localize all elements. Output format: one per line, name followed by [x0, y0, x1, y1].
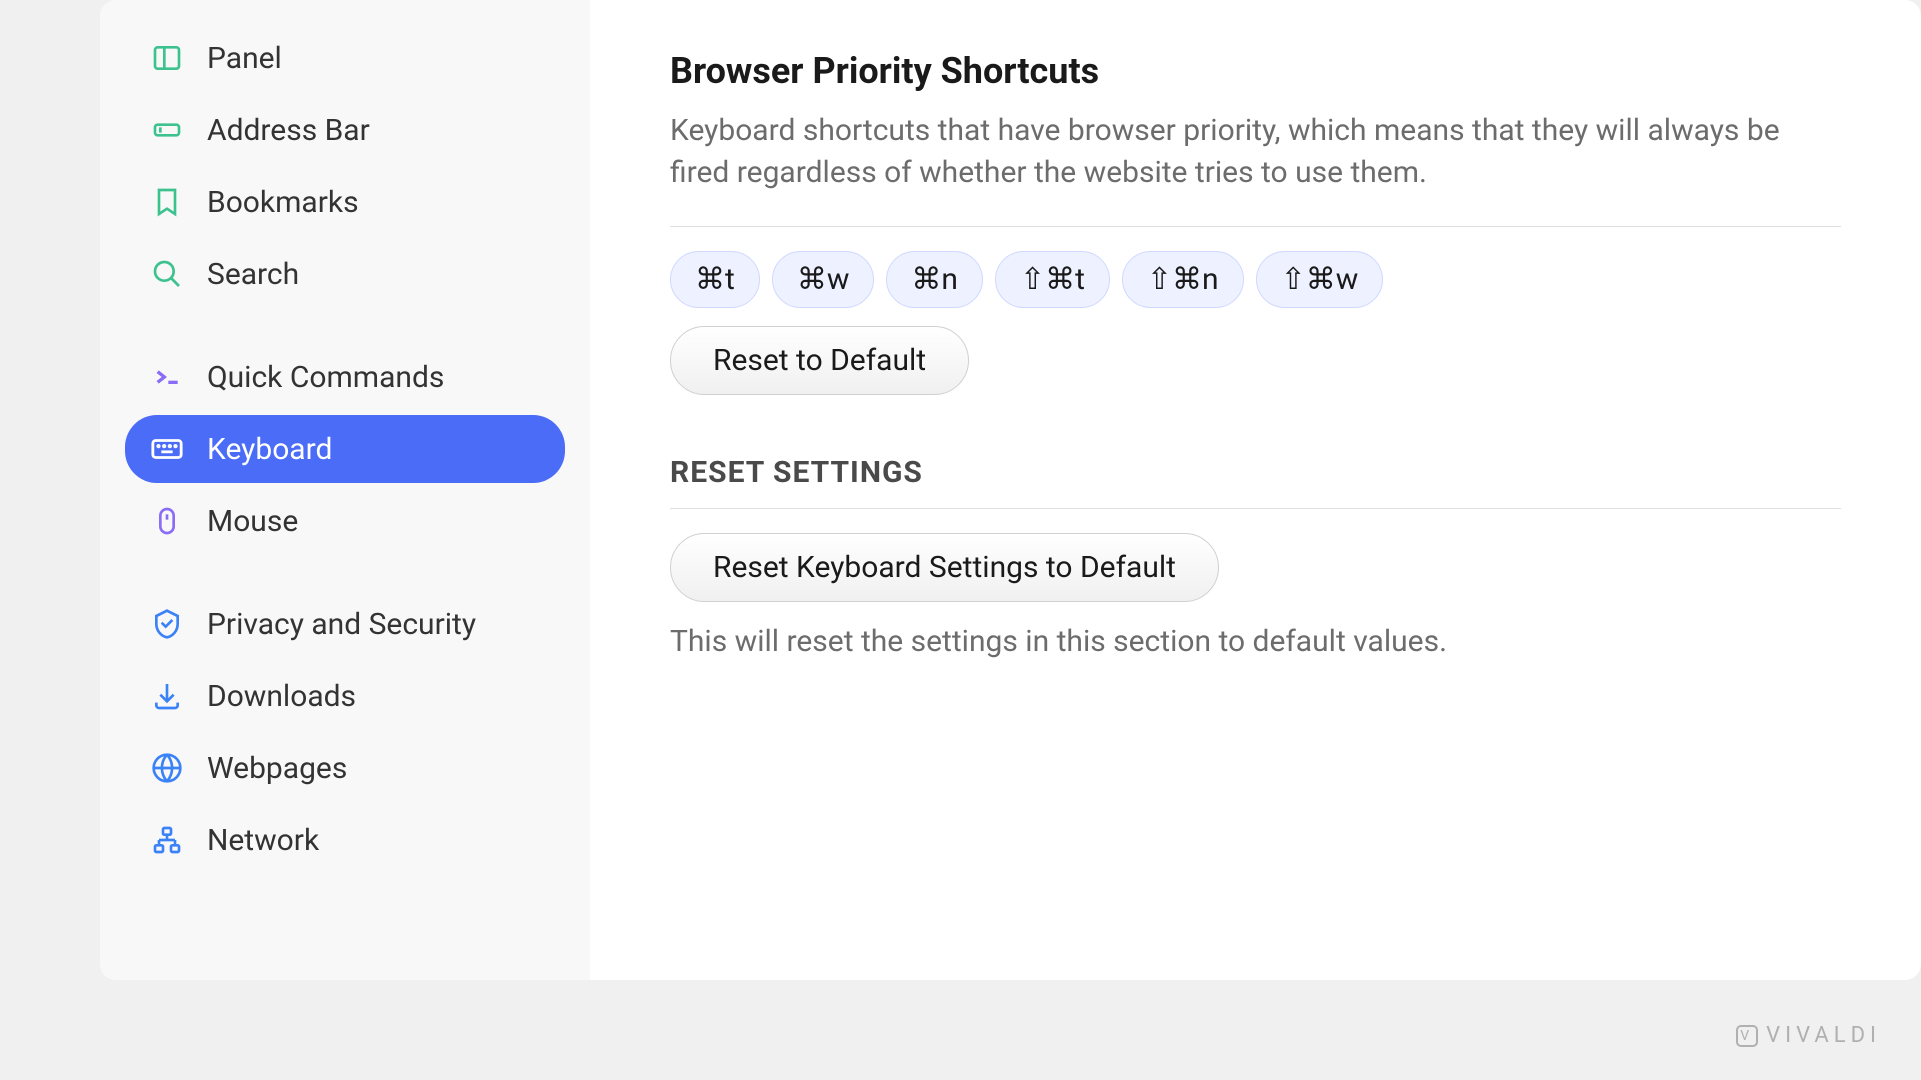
keyboard-icon	[149, 431, 185, 467]
addressbar-icon	[149, 112, 185, 148]
divider	[670, 508, 1841, 509]
sidebar-item-label: Address Bar	[207, 113, 370, 148]
sidebar-item-label: Search	[207, 257, 299, 292]
sidebar-group-input: Quick Commands Keyboard Mouse	[125, 343, 565, 555]
download-icon	[149, 678, 185, 714]
globe-icon	[149, 750, 185, 786]
sidebar-item-label: Keyboard	[207, 432, 332, 467]
sidebar-item-addressbar[interactable]: Address Bar	[125, 96, 565, 164]
sidebar-item-keyboard[interactable]: Keyboard	[125, 415, 565, 483]
sidebar-item-label: Network	[207, 823, 319, 858]
shortcut-pill[interactable]: ⇧⌘n	[1122, 251, 1244, 308]
priority-shortcuts-description: Keyboard shortcuts that have browser pri…	[670, 110, 1841, 194]
search-icon	[149, 256, 185, 292]
sidebar-item-label: Quick Commands	[207, 360, 444, 395]
sidebar-item-quickcommands[interactable]: Quick Commands	[125, 343, 565, 411]
reset-note: This will reset the settings in this sec…	[670, 624, 1841, 659]
panel-icon	[149, 40, 185, 76]
sidebar-item-label: Bookmarks	[207, 185, 359, 220]
shortcut-pill[interactable]: ⌘n	[886, 251, 983, 308]
sidebar-item-label: Privacy and Security	[207, 607, 476, 642]
reset-settings-header: RESET SETTINGS	[670, 455, 1841, 490]
sidebar-item-webpages[interactable]: Webpages	[125, 734, 565, 802]
sidebar-item-privacy[interactable]: Privacy and Security	[125, 590, 565, 658]
vivaldi-brand: V VIVALDI	[1736, 1023, 1881, 1048]
vivaldi-logo-icon: V	[1736, 1025, 1758, 1047]
bookmark-icon	[149, 184, 185, 220]
mouse-icon	[149, 503, 185, 539]
shortcut-pill[interactable]: ⇧⌘w	[1256, 251, 1384, 308]
shield-icon	[149, 606, 185, 642]
shortcut-pill[interactable]: ⌘w	[772, 251, 875, 308]
sidebar-item-downloads[interactable]: Downloads	[125, 662, 565, 730]
network-icon	[149, 822, 185, 858]
settings-sidebar: Panel Address Bar Bookmarks Search	[100, 0, 590, 980]
shortcut-pill[interactable]: ⌘t	[670, 251, 760, 308]
sidebar-item-mouse[interactable]: Mouse	[125, 487, 565, 555]
quickcommands-icon	[149, 359, 185, 395]
sidebar-group-appearance: Panel Address Bar Bookmarks Search	[125, 24, 565, 308]
sidebar-item-bookmarks[interactable]: Bookmarks	[125, 168, 565, 236]
sidebar-item-label: Downloads	[207, 679, 356, 714]
sidebar-group-advanced: Privacy and Security Downloads Webpages …	[125, 590, 565, 874]
sidebar-item-panel[interactable]: Panel	[125, 24, 565, 92]
reset-priority-default-button[interactable]: Reset to Default	[670, 326, 969, 395]
sidebar-item-label: Webpages	[207, 751, 347, 786]
settings-content: Browser Priority Shortcuts Keyboard shor…	[590, 0, 1921, 980]
sidebar-item-search[interactable]: Search	[125, 240, 565, 308]
shortcut-pill[interactable]: ⇧⌘t	[995, 251, 1110, 308]
sidebar-item-label: Mouse	[207, 504, 298, 539]
sidebar-item-label: Panel	[207, 41, 282, 76]
priority-shortcuts-title: Browser Priority Shortcuts	[670, 50, 1841, 92]
reset-keyboard-settings-button[interactable]: Reset Keyboard Settings to Default	[670, 533, 1219, 602]
divider	[670, 226, 1841, 227]
shortcuts-list: ⌘t ⌘w ⌘n ⇧⌘t ⇧⌘n ⇧⌘w	[670, 251, 1841, 308]
settings-window: Panel Address Bar Bookmarks Search	[100, 0, 1921, 980]
sidebar-item-network[interactable]: Network	[125, 806, 565, 874]
vivaldi-brand-text: VIVALDI	[1766, 1023, 1881, 1048]
